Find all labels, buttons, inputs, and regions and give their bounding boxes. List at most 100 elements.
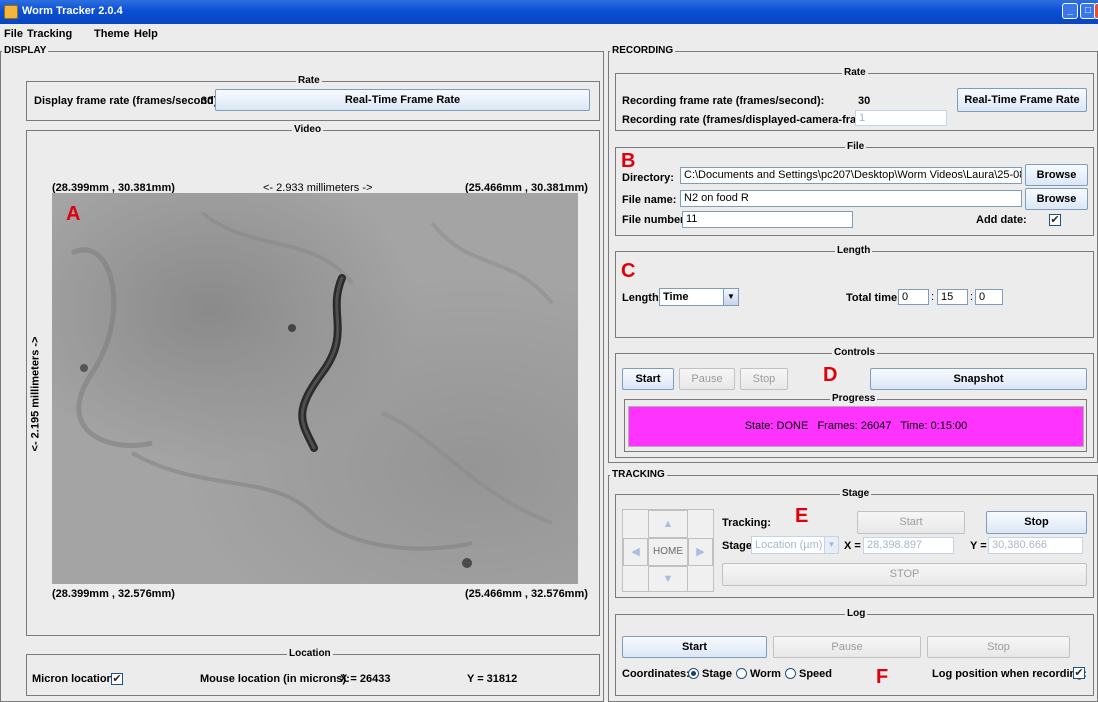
title-bar: Worm Tracker 2.0.4 _ □ — [0, 0, 1098, 24]
log-start-button[interactable]: Start — [622, 636, 767, 658]
chevron-down-icon[interactable]: ▼ — [824, 537, 838, 553]
recording-rate-label: Recording rate (frames/displayed-camera-… — [622, 114, 880, 126]
recording-title: RECORDING — [610, 45, 676, 56]
directory-label: Directory: — [622, 172, 674, 184]
display-title: DISPLAY — [2, 45, 49, 56]
filenumber-label: File number: — [622, 214, 689, 226]
time-separator-2: : — [970, 291, 974, 303]
worm-image — [70, 211, 554, 568]
down-arrow-icon[interactable]: ▼ — [648, 566, 688, 592]
recording-frame-rate-value: 30 — [858, 95, 871, 107]
tracking-title: TRACKING — [610, 469, 667, 480]
directory-input[interactable]: C:\Documents and Settings\pc207\Desktop\… — [680, 167, 1022, 184]
recording-rate-title: Rate — [842, 67, 868, 78]
record-pause-button[interactable]: Pause — [679, 368, 735, 390]
progress-text: State: DONE Frames: 26047 Time: 0:15:00 — [744, 420, 968, 432]
menu-file[interactable]: File — [4, 28, 23, 40]
home-button[interactable]: HOME — [648, 538, 688, 566]
annotation-c: C — [621, 260, 636, 282]
video-feed[interactable]: A — [52, 193, 578, 584]
radio-speed-label: Speed — [799, 668, 833, 680]
video-bottom-left-coord: (28.399mm , 32.576mm) — [52, 588, 175, 600]
menu-theme[interactable]: Theme — [94, 28, 129, 40]
log-when-recording-checkbox[interactable]: ✔ — [1073, 667, 1085, 679]
recording-realtime-rate-button[interactable]: Real-Time Frame Rate — [957, 88, 1087, 112]
stage-select[interactable]: Location (µm) ▼ — [751, 536, 839, 554]
chevron-down-icon[interactable]: ▼ — [723, 289, 738, 305]
radio-speed[interactable] — [785, 668, 796, 679]
directory-browse-button[interactable]: Browse — [1025, 164, 1088, 186]
video-title: Video — [292, 124, 324, 135]
filenumber-input[interactable]: 11 — [682, 211, 853, 228]
radio-stage-label: Stage — [702, 668, 732, 680]
progress-title: Progress — [830, 393, 878, 404]
up-arrow-icon[interactable]: ▲ — [648, 510, 688, 538]
java-app-icon — [4, 5, 18, 19]
hours-input[interactable]: 0 — [898, 289, 929, 305]
video-bottom-right-coord: (25.466mm , 32.576mm) — [465, 588, 588, 600]
radio-stage[interactable] — [688, 668, 699, 679]
recording-rate-input[interactable]: 1 — [855, 110, 947, 126]
progress-bar: State: DONE Frames: 26047 Time: 0:15:00 — [628, 406, 1084, 447]
length-label: Length: — [622, 292, 663, 304]
time-separator-1: : — [931, 291, 935, 303]
stage-select-value: Location (µm) — [755, 539, 823, 551]
micron-location-checkbox[interactable]: ✔ — [111, 673, 123, 685]
log-pause-button[interactable]: Pause — [773, 636, 921, 658]
seconds-input[interactable]: 0 — [975, 289, 1003, 305]
stage-x-label: X = — [844, 540, 861, 552]
radio-worm[interactable] — [736, 668, 747, 679]
annotation-a: A — [66, 203, 81, 225]
close-icon[interactable] — [1094, 3, 1098, 19]
annotation-e: E — [795, 505, 809, 527]
length-select-value: Time — [663, 291, 689, 303]
tracking-label: Tracking: — [722, 517, 771, 529]
file-title: File — [845, 141, 867, 152]
panel-divider — [604, 45, 608, 702]
stage-title: Stage — [840, 488, 872, 499]
controls-title: Controls — [832, 347, 878, 358]
display-rate-title: Rate — [296, 75, 322, 86]
stage-y-input[interactable]: 30,380.666 — [988, 537, 1083, 554]
log-when-recording-label: Log position when recording: — [932, 668, 1087, 680]
minutes-input[interactable]: 15 — [937, 289, 968, 305]
display-frame-rate-label: Display frame rate (frames/second): — [34, 95, 222, 107]
tracking-stop-button[interactable]: Stop — [986, 511, 1087, 534]
annotation-d: D — [823, 364, 838, 386]
window-title: Worm Tracker 2.0.4 — [22, 5, 123, 17]
minimize-icon[interactable]: _ — [1062, 3, 1078, 19]
filename-browse-button[interactable]: Browse — [1025, 188, 1088, 210]
adddate-label: Add date: — [976, 214, 1027, 226]
snapshot-button[interactable]: Snapshot — [870, 368, 1087, 390]
total-time-label: Total time: — [846, 292, 901, 304]
adddate-checkbox[interactable]: ✔ — [1049, 214, 1061, 226]
filename-label: File name: — [622, 194, 677, 206]
micron-location-label: Micron location: — [32, 673, 117, 685]
annotation-b: B — [621, 150, 636, 172]
radio-worm-label: Worm — [750, 668, 781, 680]
annotation-f: F — [876, 666, 889, 688]
length-select[interactable]: Time ▼ — [659, 288, 739, 306]
length-title: Length — [835, 245, 873, 256]
stage-x-input[interactable]: 28,398.897 — [863, 537, 954, 554]
record-stop-button[interactable]: Stop — [740, 368, 788, 390]
menu-bar: File Tracking Theme Help — [0, 24, 1098, 44]
log-title: Log — [845, 608, 868, 619]
log-stop-button[interactable]: Stop — [927, 636, 1070, 658]
coordinates-label: Coordinates: — [622, 668, 690, 680]
mouse-x-value: X = 26433 — [340, 673, 391, 685]
right-arrow-icon[interactable]: ▶ — [688, 538, 713, 566]
left-arrow-icon[interactable]: ◀ — [623, 538, 648, 566]
video-height-label: <- 2.195 millimeters -> — [29, 336, 42, 452]
menu-help[interactable]: Help — [134, 28, 158, 40]
stage-y-label: Y = — [970, 540, 987, 552]
location-title: Location — [287, 648, 333, 659]
filename-input[interactable]: N2 on food R — [680, 190, 1022, 207]
tracking-start-button[interactable]: Start — [857, 511, 965, 534]
display-realtime-rate-button[interactable]: Real-Time Frame Rate — [215, 89, 590, 111]
record-start-button[interactable]: Start — [622, 368, 674, 390]
stage-stop-button[interactable]: STOP — [722, 563, 1087, 586]
display-frame-rate-value: 30 — [201, 95, 214, 107]
stage-label: Stage — [722, 540, 752, 552]
menu-tracking[interactable]: Tracking — [27, 28, 72, 40]
